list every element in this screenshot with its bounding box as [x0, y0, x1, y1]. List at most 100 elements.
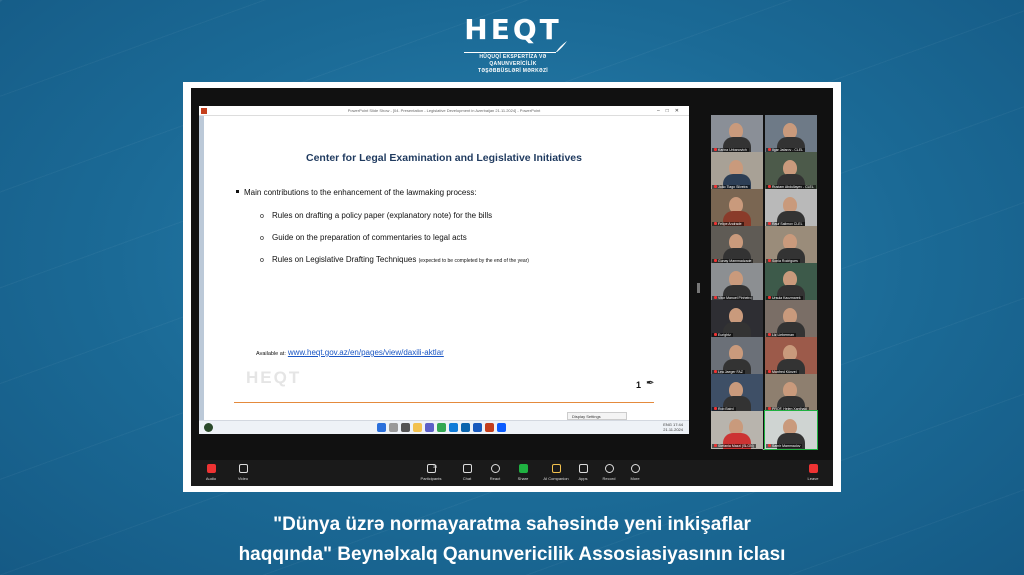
audio-button[interactable]: Audio: [199, 464, 223, 481]
apps-button[interactable]: Apps: [571, 464, 595, 481]
mic-muted-icon: [768, 407, 771, 410]
audio-label: Audio: [205, 476, 217, 481]
participant-tile[interactable]: Eurightz: [711, 300, 763, 338]
participant-tile[interactable]: Rob Baird: [711, 374, 763, 412]
logo-subtitle-line1: HÜQUQİ EKSPERTİZA VƏ QANUNVERİCİLİK: [479, 54, 547, 67]
participant-tile[interactable]: Manfred Künzel: [765, 337, 817, 375]
participant-tile[interactable]: Rauf Salimov CLEL: [765, 189, 817, 227]
caption-line2: haqqında" Beynəlxalq Qanunvericilik Asso…: [238, 544, 786, 565]
ai-companion-button[interactable]: AI Companion: [541, 464, 571, 481]
sub-bullet: o Guide on the preparation of commentarie…: [260, 233, 467, 242]
share-screen-icon: [518, 464, 528, 473]
participant-tile[interactable]: PROF. Helen Xanthaki: [765, 374, 817, 412]
sub-bullet: o Rules on Legislative Drafting Technique…: [260, 255, 529, 264]
mic-muted-icon: [714, 370, 717, 373]
participant-tile[interactable]: Felipe Andrade: [711, 189, 763, 227]
slide-watermark-logo: HEQT: [246, 368, 302, 387]
mic-muted-icon: [714, 407, 717, 410]
outlook-icon[interactable]: [461, 423, 470, 432]
mic-muted-icon: [714, 333, 717, 336]
record-icon: [604, 464, 614, 473]
apps-icon: [578, 464, 588, 473]
heqt-link[interactable]: www.heqt.gov.az/en/pages/view/daxili-akt…: [288, 348, 444, 357]
search-icon[interactable]: [389, 423, 398, 432]
windows-taskbar: ENG 17:44 21.11.2024: [199, 420, 689, 434]
split-handle[interactable]: [697, 283, 700, 293]
teams-icon[interactable]: [425, 423, 434, 432]
participants-label: Participants: [420, 476, 442, 481]
participant-tile[interactable]: Gunay Mammadzade: [711, 226, 763, 264]
zoom-toolbar: Audio Video Participants 33 Chat React S…: [191, 460, 833, 486]
mic-muted-icon: [206, 464, 216, 473]
mic-muted-icon: [714, 296, 717, 299]
participant-tile[interactable]: Rustam Abdullayev - CLEL: [765, 152, 817, 190]
more-button[interactable]: More: [623, 464, 647, 481]
participant-tile[interactable]: Liz Lieberman: [765, 300, 817, 338]
main-bullet: Main contributions to the enhancement of…: [236, 188, 477, 197]
mic-muted-icon: [768, 222, 771, 225]
mic-muted-icon: [714, 259, 717, 262]
sub-bullet: o Rules on drafting a policy paper (expla…: [260, 211, 493, 220]
leave-icon: [808, 464, 818, 473]
participant-tile[interactable]: Samir Mammadov: [764, 410, 818, 450]
chat-button[interactable]: Chat: [455, 464, 479, 481]
participant-name: Samir Mammadov: [766, 444, 803, 448]
record-button[interactable]: Record: [597, 464, 621, 481]
zoom-icon[interactable]: [497, 423, 506, 432]
participant-tile[interactable]: Karina Urbanovich: [711, 115, 763, 153]
taskbar-apps: [377, 423, 506, 432]
apps-label: Apps: [578, 476, 588, 481]
mic-muted-icon: [714, 444, 717, 447]
leave-button[interactable]: Leave: [801, 464, 825, 481]
participant-tile[interactable]: Stefania Mazzi (SLGN): [711, 411, 763, 449]
weather-icon[interactable]: [204, 423, 213, 432]
logo-subtitle: HÜQUQİ EKSPERTİZA VƏ QANUNVERİCİLİK TƏŞƏ…: [458, 54, 568, 75]
file-explorer-icon[interactable]: [413, 423, 422, 432]
available-label: Available at:: [256, 351, 286, 357]
powerpoint-icon[interactable]: [485, 423, 494, 432]
mic-muted-icon: [768, 296, 771, 299]
participant-tile[interactable]: Vitor Manuel Pinheiro: [711, 263, 763, 301]
participants-count: 33: [429, 461, 441, 469]
video-button[interactable]: Video: [231, 464, 255, 481]
caption-line1: "Dünya üzrə normayaratma sahəsində yeni …: [273, 514, 751, 535]
edge-icon[interactable]: [449, 423, 458, 432]
caption: "Dünya üzrə normayaratma sahəsində yeni …: [0, 510, 1024, 570]
leave-label: Leave: [807, 476, 819, 481]
react-label: React: [489, 476, 501, 481]
participant-tile[interactable]: Ursula Kaczmarek: [765, 263, 817, 301]
participant-tile[interactable]: Ilgar Jafarov - CLEL: [765, 115, 817, 153]
ppt-titlebar: PowerPoint Slide Show - [04. Presentatio…: [199, 106, 689, 116]
available-at: Available at: www.heqt.gov.az/en/pages/vi…: [256, 348, 444, 357]
heart-icon: [490, 464, 500, 473]
chat-label: Chat: [462, 476, 472, 481]
logo-text: HEQT: [464, 13, 562, 46]
powerpoint-icon: [201, 108, 207, 114]
word-icon[interactable]: [473, 423, 482, 432]
gallery-next-icon[interactable]: ⌄: [761, 445, 766, 452]
participant-tile[interactable]: Sonia Rodrigues: [765, 226, 817, 264]
sub-bullet-note: (expected to be completed by the end of …: [418, 258, 529, 264]
video-label: Video: [237, 476, 249, 481]
participant-gallery: Karina Urbanovich Ilgar Jafarov - CLEL J…: [711, 115, 818, 450]
react-button[interactable]: React: [483, 464, 507, 481]
display-settings-button[interactable]: Display Settings: [567, 412, 627, 420]
chrome-icon[interactable]: [437, 423, 446, 432]
share-button[interactable]: Share: [511, 464, 535, 481]
windows-start-icon[interactable]: [377, 423, 386, 432]
participant-tile[interactable]: Lea Jaeger FAZ: [711, 337, 763, 375]
participant-name: Stefania Mazzi (SLGN): [712, 444, 756, 448]
record-label: Record: [602, 476, 616, 481]
camera-icon: [238, 464, 248, 473]
window-controls[interactable]: –□✕: [657, 106, 685, 116]
task-view-icon[interactable]: [401, 423, 410, 432]
heqt-logo: HEQT HÜQUQİ EKSPERTİZA VƏ QANUNVERİCİLİK…: [458, 14, 568, 74]
sparkle-icon: [551, 464, 561, 473]
system-tray[interactable]: ENG 17:44 21.11.2024: [663, 422, 683, 432]
quill-icon: ✒: [646, 378, 655, 389]
mic-muted-icon: [714, 222, 717, 225]
participant-tile[interactable]: João Tiago Silveira: [711, 152, 763, 190]
mic-muted-icon: [714, 148, 717, 151]
slide-page-number: 1: [636, 380, 642, 390]
more-icon: [630, 464, 640, 473]
